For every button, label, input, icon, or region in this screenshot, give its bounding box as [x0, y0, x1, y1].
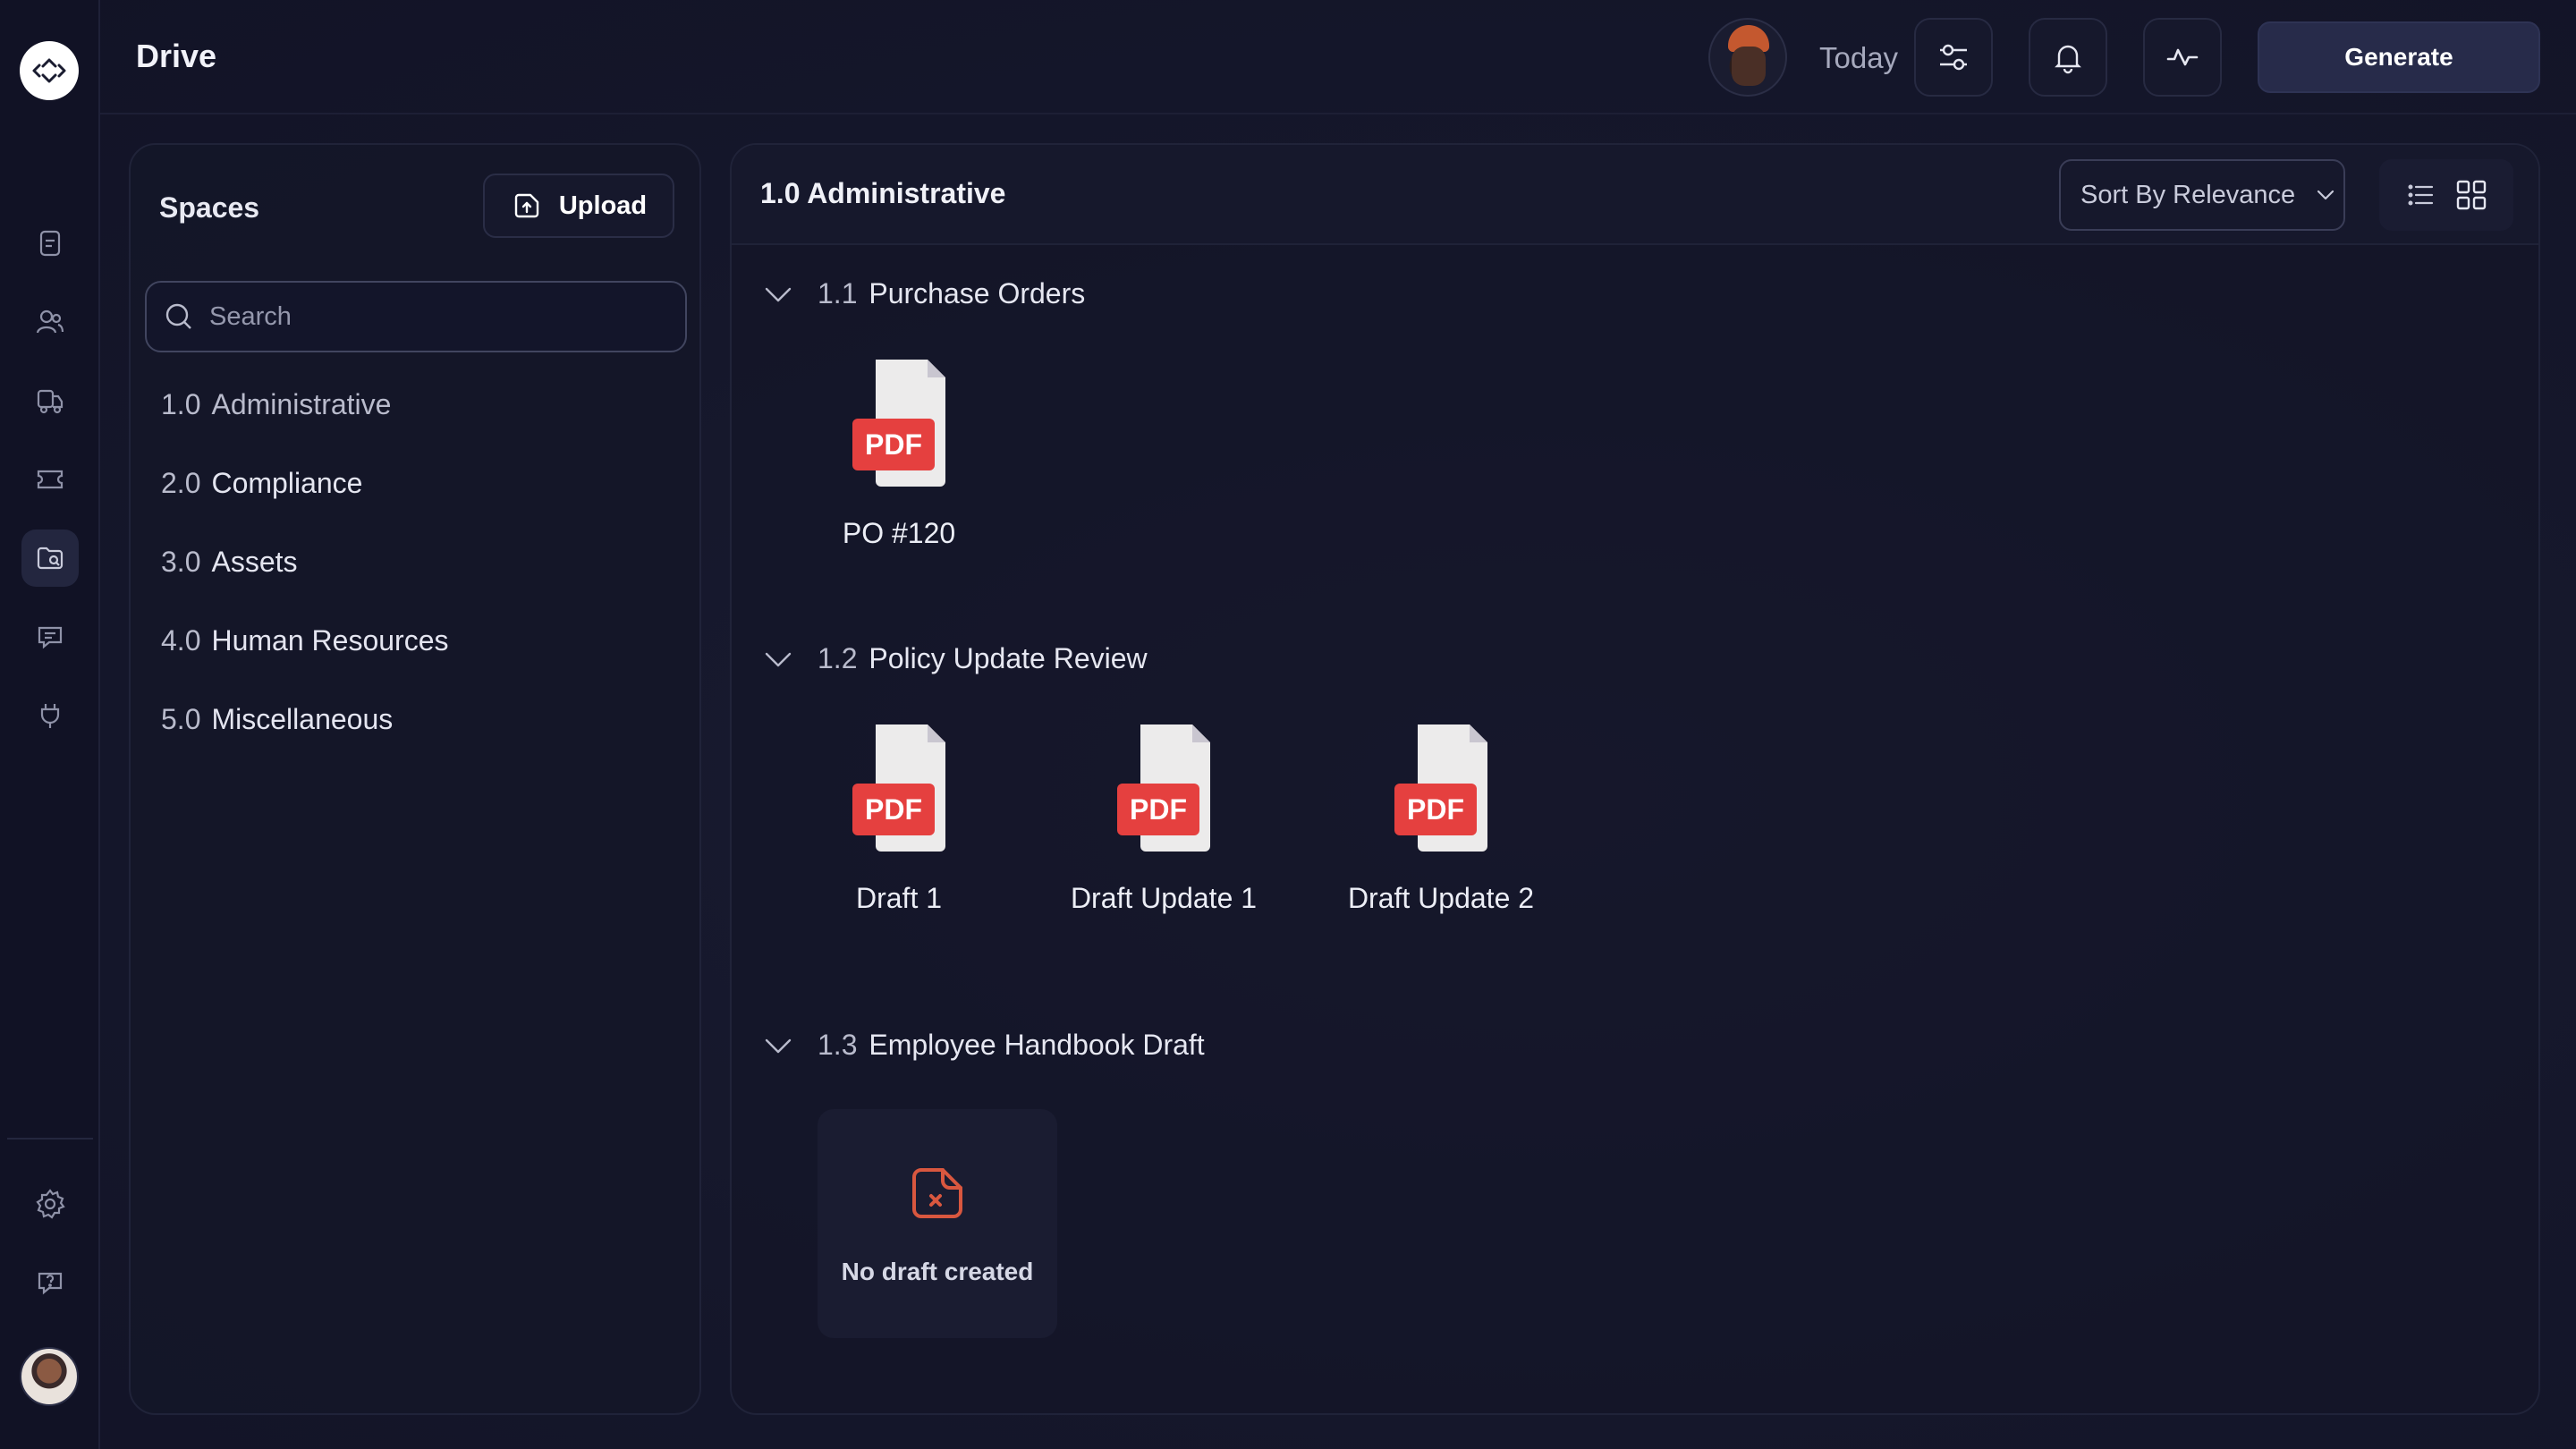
- upload-icon: [514, 193, 539, 218]
- chevron-down-icon: [765, 652, 792, 666]
- pdf-file-icon: PDF: [852, 360, 945, 487]
- pdf-file-icon: PDF: [1394, 724, 1487, 852]
- section-number: 1.2: [818, 642, 858, 674]
- space-item-number: 2.0: [161, 467, 201, 499]
- pdf-badge: PDF: [1407, 792, 1464, 826]
- logo-icon[interactable]: [20, 41, 79, 100]
- view-toggle: [2379, 159, 2513, 231]
- user-avatar[interactable]: [20, 1347, 79, 1406]
- filter-icon: [1940, 44, 1967, 71]
- section-employee-handbook-draft[interactable]: 1.3 Employee Handbook Draft: [762, 1029, 1205, 1062]
- file-name: Draft Update 2: [1347, 882, 1535, 914]
- top-header: Drive Today Generate: [100, 0, 2576, 114]
- pdf-file-icon: PDF: [852, 724, 945, 852]
- search-icon: [165, 303, 191, 329]
- activity-button[interactable]: [2143, 18, 2222, 97]
- file-item[interactable]: PDF Draft Update 2: [1338, 724, 1544, 915]
- bell-icon: [2055, 45, 2081, 74]
- spaces-title: Spaces: [159, 191, 260, 224]
- space-item-human-resources[interactable]: 4.0 Human Resources: [161, 624, 448, 657]
- empty-state-card: No draft created: [818, 1109, 1057, 1338]
- spaces-panel: Spaces Upload 1.0 Administrative 2.0 Compl…: [129, 143, 701, 1415]
- file-item[interactable]: PDF PO #120: [796, 360, 1002, 550]
- rail-divider: [7, 1138, 93, 1140]
- space-item-label: Compliance: [211, 467, 363, 499]
- section-purchase-orders[interactable]: 1.1 Purchase Orders: [762, 277, 1085, 310]
- space-item-number: 5.0: [161, 703, 201, 735]
- search-input[interactable]: [209, 301, 639, 332]
- upload-label: Upload: [558, 191, 648, 220]
- generate-button[interactable]: Generate: [2258, 21, 2540, 93]
- files-panel: 1.0 Administrative Sort By Relevance 1.1…: [730, 143, 2540, 1415]
- pdf-badge: PDF: [865, 428, 922, 461]
- file-item[interactable]: PDF Draft Update 1: [1061, 724, 1267, 915]
- space-item-number: 4.0: [161, 624, 201, 657]
- section-label: Employee Handbook Draft: [869, 1029, 1205, 1061]
- space-item-compliance[interactable]: 2.0 Compliance: [161, 467, 362, 500]
- chevron-down-icon: [765, 1038, 792, 1053]
- chevron-down-icon: [2318, 190, 2334, 200]
- sort-label: Sort By Relevance: [2080, 180, 2296, 209]
- document-icon[interactable]: [21, 215, 79, 272]
- section-label: Policy Update Review: [869, 642, 1148, 674]
- drive-app: Drive Today Generate Spaces Upload Searc…: [0, 0, 2576, 1449]
- upload-button[interactable]: Upload: [483, 174, 674, 238]
- search-field[interactable]: [145, 281, 687, 352]
- grid-view-icon[interactable]: [2454, 178, 2488, 212]
- space-item-label: Administrative: [211, 388, 392, 420]
- section-number: 1.1: [818, 277, 858, 309]
- header-avatar[interactable]: [1708, 18, 1787, 97]
- chevron-down-icon: [765, 287, 792, 301]
- date-range-label[interactable]: Today: [1819, 41, 1898, 75]
- space-item-miscellaneous[interactable]: 5.0 Miscellaneous: [161, 703, 393, 736]
- space-item-administrative[interactable]: 1.0 Administrative: [161, 388, 391, 421]
- space-item-label: Assets: [211, 546, 298, 578]
- space-item-label: Human Resources: [211, 624, 449, 657]
- users-icon[interactable]: [21, 293, 79, 351]
- section-number: 1.3: [818, 1029, 858, 1061]
- space-item-number: 3.0: [161, 546, 201, 578]
- pdf-file-icon: PDF: [1117, 724, 1210, 852]
- pdf-badge: PDF: [1130, 792, 1187, 826]
- space-item-label: Miscellaneous: [211, 703, 394, 735]
- pdf-badge: PDF: [865, 792, 922, 826]
- truck-icon[interactable]: [21, 372, 79, 429]
- empty-state-message: No draft created: [841, 1258, 1034, 1285]
- file-name: Draft 1: [855, 882, 943, 914]
- file-item[interactable]: PDF Draft 1: [796, 724, 1002, 915]
- page-title: Drive: [136, 38, 217, 74]
- left-rail: [0, 0, 100, 1449]
- files-panel-header: 1.0 Administrative Sort By Relevance: [732, 145, 2538, 245]
- folder-icon[interactable]: [21, 530, 79, 587]
- space-item-number: 1.0: [161, 388, 201, 420]
- chat-icon[interactable]: [21, 608, 79, 665]
- settings-icon[interactable]: [21, 1175, 79, 1233]
- avatar-face: [1732, 47, 1766, 86]
- notifications-button[interactable]: [2029, 18, 2107, 97]
- space-item-assets[interactable]: 3.0 Assets: [161, 546, 298, 579]
- file-name: Draft Update 1: [1070, 882, 1258, 914]
- folder-title: 1.0 Administrative: [760, 177, 1006, 209]
- ticket-icon[interactable]: [21, 451, 79, 508]
- sort-dropdown[interactable]: Sort By Relevance: [2059, 159, 2345, 231]
- plug-icon[interactable]: [21, 687, 79, 744]
- filter-button[interactable]: [1914, 18, 1993, 97]
- help-icon[interactable]: [21, 1254, 79, 1311]
- list-view-icon[interactable]: [2404, 179, 2436, 211]
- file-error-icon: [912, 1168, 962, 1218]
- section-policy-update-review[interactable]: 1.2 Policy Update Review: [762, 642, 1148, 675]
- section-label: Purchase Orders: [869, 277, 1086, 309]
- activity-icon: [2166, 48, 2199, 66]
- file-name: PO #120: [842, 517, 956, 549]
